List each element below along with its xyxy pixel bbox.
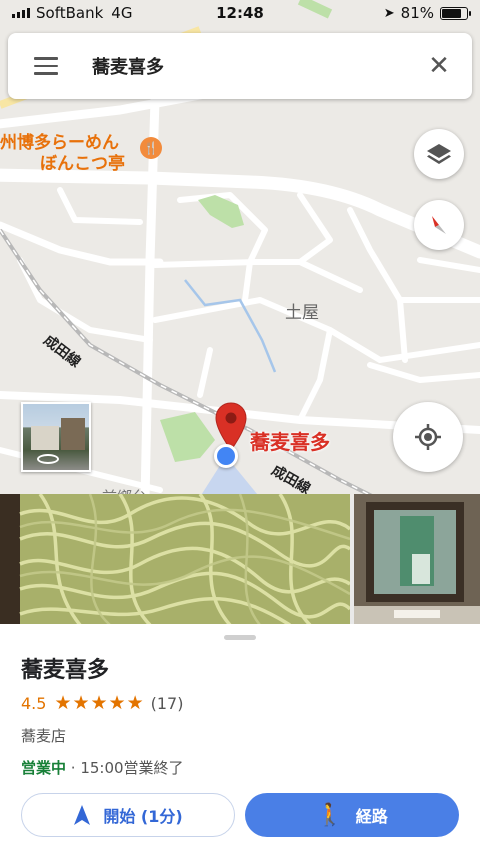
- directions-button[interactable]: 🚶 経路: [245, 793, 459, 837]
- start-navigation-button[interactable]: 開始 (1分): [21, 793, 235, 837]
- photo-strip[interactable]: [0, 494, 480, 625]
- map-label-pin[interactable]: 蕎麦喜多: [250, 426, 330, 455]
- search-query[interactable]: 蕎麦喜多: [84, 53, 406, 79]
- navigation-arrow-icon: [74, 805, 91, 825]
- close-icon[interactable]: ✕: [406, 33, 472, 99]
- compass-button[interactable]: [414, 200, 464, 250]
- storefront-image: [354, 494, 480, 625]
- place-hours: 営業中 · 15:00営業終了: [21, 757, 184, 778]
- battery-icon: [440, 6, 471, 20]
- open-status: 営業中: [21, 759, 67, 777]
- layers-icon: [427, 144, 451, 164]
- sheet-drag-handle[interactable]: [224, 635, 256, 640]
- review-count: (17): [150, 693, 184, 713]
- rating-score: 4.5: [21, 693, 47, 713]
- restaurant-poi-icon[interactable]: 🍴: [140, 137, 162, 159]
- search-bar[interactable]: 蕎麦喜多 ✕: [8, 33, 472, 99]
- place-name: 蕎麦喜多: [21, 658, 110, 683]
- layers-button[interactable]: [414, 129, 464, 179]
- compass-icon: [432, 216, 446, 234]
- place-category: 蕎麦店: [21, 727, 67, 745]
- street-view-thumbnail[interactable]: [21, 402, 91, 472]
- street-view-360-icon: [37, 454, 59, 464]
- photo-soba[interactable]: [0, 494, 350, 625]
- menu-icon[interactable]: [8, 33, 84, 99]
- hours-detail: · 15:00営業終了: [66, 759, 184, 777]
- place-sheet[interactable]: 蕎麦喜多 4.5 ★★★★★ (17) 蕎麦店 営業中 · 15:00営業終了 …: [0, 624, 480, 854]
- my-location-dot-icon: [214, 444, 238, 468]
- crosshair-icon: [415, 424, 441, 450]
- place-rating[interactable]: 4.5 ★★★★★ (17): [21, 692, 183, 714]
- map-label-area: 土屋: [285, 303, 319, 323]
- rating-stars-icon: ★★★★★: [54, 692, 145, 714]
- status-bar: SoftBank 4G 12:48 ➤ 81%: [0, 0, 480, 26]
- map-label-restaurant-line2: ぼんこつ亭: [40, 154, 125, 174]
- walking-icon: 🚶: [316, 802, 344, 828]
- my-location-button[interactable]: [393, 402, 463, 472]
- battery-fill: [442, 8, 462, 18]
- clock: 12:48: [216, 4, 264, 22]
- soba-noodles-image: [0, 494, 350, 625]
- map-label-restaurant-line1: 州博多らーめん: [0, 133, 119, 153]
- map-label-restaurant[interactable]: 州博多らーめん ぼんこつ亭: [0, 133, 125, 175]
- directions-label: 経路: [355, 807, 388, 826]
- start-navigation-label: 開始 (1分): [103, 807, 183, 826]
- photo-storefront[interactable]: [354, 494, 480, 625]
